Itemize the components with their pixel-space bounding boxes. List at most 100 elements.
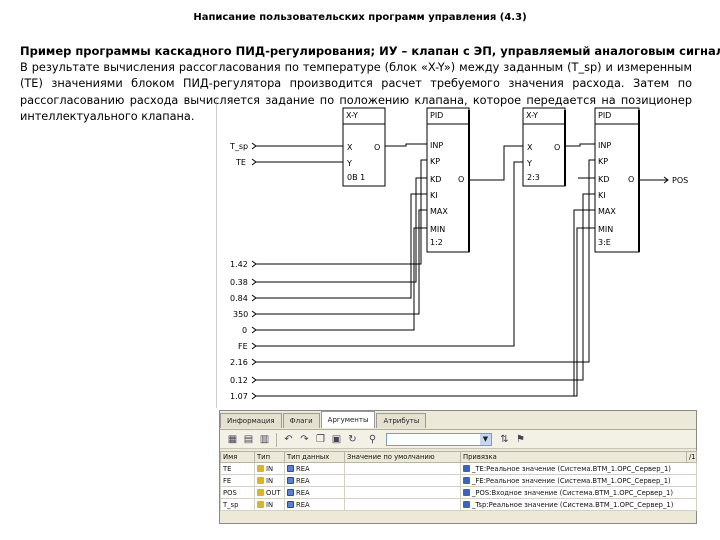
output-pos[interactable]: POS [663, 176, 688, 185]
grid-view-icon[interactable]: ▦ [226, 433, 239, 446]
arg-type-icon [257, 476, 264, 484]
column-header-default[interactable]: Значение по умолчанию [344, 451, 461, 463]
cell-name[interactable]: T_sp [220, 498, 255, 511]
cell-binding[interactable]: _FE:Реальное значение (Система.BTM_1.OPC… [460, 474, 697, 487]
add-row-icon[interactable]: ▤ [242, 433, 255, 446]
block-pid-1[interactable]: PID INP KP KD KI MAX MIN O 1:2 [426, 107, 470, 253]
undo-icon[interactable]: ↶ [282, 433, 295, 446]
chevron-down-icon[interactable]: ▼ [480, 434, 491, 445]
cell-type[interactable]: IN [254, 498, 285, 511]
constant-4[interactable]: 350 [233, 310, 248, 319]
block-pid-1-title: PID [430, 111, 443, 120]
binding-icon [463, 500, 470, 508]
cell-name[interactable]: TE [220, 462, 255, 475]
cell-name[interactable]: FE [220, 474, 255, 487]
block-xy-2[interactable]: X-Y X Y O 2:3 [522, 107, 566, 187]
block-pid-1-port-kp: KP [430, 157, 440, 166]
tab-attributes[interactable]: Атрибуты [376, 413, 427, 428]
toolbar-separator [276, 433, 277, 447]
datatype-icon [287, 476, 294, 484]
cell-type[interactable]: IN [254, 462, 285, 475]
filter-icon[interactable]: ⚑ [514, 433, 527, 446]
cell-datatype[interactable]: REA [284, 462, 345, 475]
input-te[interactable]: TE [235, 158, 257, 167]
arg-type-icon [257, 464, 264, 472]
properties-panel: Информация Флаги Аргументы Атрибуты ▦ ▤ … [219, 410, 697, 524]
block-xy-2-id: 2:3 [527, 173, 540, 182]
refresh-icon[interactable]: ↻ [346, 433, 359, 446]
cell-type[interactable]: OUT [254, 486, 285, 499]
block-xy-2-port-o: O [554, 143, 560, 152]
constant-8[interactable]: 1.07 [230, 392, 248, 401]
cell-binding[interactable]: _Tsp:Реальное значение (Система.BTM_1.OP… [460, 498, 697, 511]
slide-subtitle: Пример программы каскадного ПИД-регулиро… [20, 44, 720, 58]
input-t-sp[interactable]: T_sp [229, 142, 257, 151]
block-xy-2-port-y: Y [526, 159, 532, 168]
column-header-datatype[interactable]: Тип данных [284, 451, 345, 463]
cell-default[interactable] [344, 486, 461, 499]
column-header-name[interactable]: Имя [220, 451, 255, 463]
cell-type[interactable]: IN [254, 474, 285, 487]
table-row[interactable]: POS OUT REA _POS:Входное значение (Систе… [220, 486, 697, 499]
block-pid-2-port-kp: KP [598, 157, 608, 166]
sort-icon[interactable]: ⇅ [498, 433, 511, 446]
block-xy-1[interactable]: X-Y X Y O 0B 1 [342, 107, 386, 187]
block-pid-2-port-o: O [628, 175, 634, 184]
block-pid-1-port-max: MAX [430, 207, 448, 216]
cell-name[interactable]: POS [220, 486, 255, 499]
constant-5[interactable]: 0 [242, 326, 247, 335]
block-pid-2[interactable]: PID INP KP KD KI MAX MIN O 3:E [594, 107, 640, 253]
paste-icon[interactable]: ▣ [330, 433, 343, 446]
datatype-icon [287, 500, 294, 508]
input-te-label: TE [235, 158, 246, 167]
datatype-icon [287, 464, 294, 472]
constant-2[interactable]: 0.38 [230, 278, 248, 287]
block-pid-2-port-min: MIN [598, 225, 613, 234]
constant-7[interactable]: 0.12 [230, 376, 248, 385]
column-header-type[interactable]: Тип [254, 451, 285, 463]
block-pid-2-id: 3:E [598, 238, 611, 247]
column-header-binding[interactable]: Привязка [460, 451, 687, 463]
constants: 1.42 0.38 0.84 350 0 FE 2.16 0.12 1.07 [230, 260, 257, 401]
tab-arguments[interactable]: Аргументы [320, 411, 376, 428]
block-pid-1-port-o: O [458, 175, 464, 184]
block-xy-1-port-x: X [347, 143, 353, 152]
block-pid-1-port-kd: KD [430, 175, 441, 184]
constant-3[interactable]: 0.84 [230, 294, 248, 303]
table-row[interactable]: TE IN REA _TE:Реальное значение (Система… [220, 462, 697, 475]
copy-icon[interactable]: ❐ [314, 433, 327, 446]
slide-title: Написание пользовательских программ упра… [193, 12, 527, 23]
cell-binding[interactable]: _POS:Входное значение (Система.BTM_1.OPC… [460, 486, 697, 499]
block-pid-2-port-kd: KD [598, 175, 609, 184]
binding-icon [463, 464, 470, 472]
cell-datatype[interactable]: REA [284, 486, 345, 499]
tab-flags[interactable]: Флаги [282, 413, 320, 428]
table-row[interactable]: FE IN REA _FE:Реальное значение (Система… [220, 474, 697, 487]
cell-binding[interactable]: _TE:Реальное значение (Система.BTM_1.OPC… [460, 462, 697, 475]
block-pid-1-id: 1:2 [430, 238, 443, 247]
table-row[interactable]: T_sp IN REA _Tsp:Реальное значение (Сист… [220, 498, 697, 511]
block-pid-1-port-inp: INP [430, 141, 443, 150]
search-icon[interactable]: ⚲ [366, 433, 379, 446]
binding-icon [463, 476, 470, 484]
block-pid-1-port-min: MIN [430, 225, 445, 234]
cell-default[interactable] [344, 474, 461, 487]
tab-information[interactable]: Информация [220, 413, 282, 428]
cell-datatype[interactable]: REA [284, 498, 345, 511]
delete-row-icon[interactable]: ▥ [258, 433, 271, 446]
constant-6[interactable]: 2.16 [230, 358, 248, 367]
constant-fe[interactable]: FE [238, 342, 248, 351]
binding-icon [463, 488, 470, 496]
cell-default[interactable] [344, 462, 461, 475]
arguments-table: Имя Тип Тип данных Значение по умолчанию… [220, 451, 697, 511]
cell-datatype[interactable]: REA [284, 474, 345, 487]
table-header: Имя Тип Тип данных Значение по умолчанию… [220, 451, 697, 463]
filter-combo[interactable]: ▼ [386, 433, 492, 446]
block-pid-1-port-ki: KI [430, 191, 438, 200]
column-header-extra[interactable]: /1 [686, 451, 697, 463]
constant-1[interactable]: 1.42 [230, 260, 248, 269]
cell-default[interactable] [344, 498, 461, 511]
redo-icon[interactable]: ↷ [298, 433, 311, 446]
block-xy-1-id: 0B 1 [347, 173, 365, 182]
panel-tabs: Информация Флаги Аргументы Атрибуты [220, 411, 427, 429]
